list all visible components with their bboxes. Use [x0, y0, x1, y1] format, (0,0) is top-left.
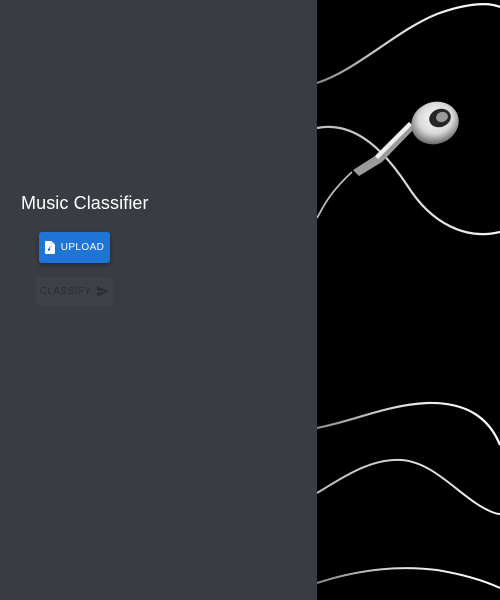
audio-file-icon	[44, 241, 55, 254]
app-title: Music Classifier	[21, 193, 149, 213]
control-panel: Music Classifier UPLOAD CLASSIFY	[0, 0, 317, 600]
hero-image	[317, 0, 500, 600]
app-page: Music Classifier UPLOAD CLASSIFY	[0, 0, 500, 600]
classify-button-label: CLASSIFY	[39, 286, 92, 297]
earphones-image	[317, 3, 500, 589]
upload-button-label: UPLOAD	[60, 242, 105, 253]
classify-button[interactable]: CLASSIFY	[36, 277, 113, 306]
upload-button[interactable]: UPLOAD	[39, 232, 110, 263]
send-icon	[97, 286, 110, 297]
